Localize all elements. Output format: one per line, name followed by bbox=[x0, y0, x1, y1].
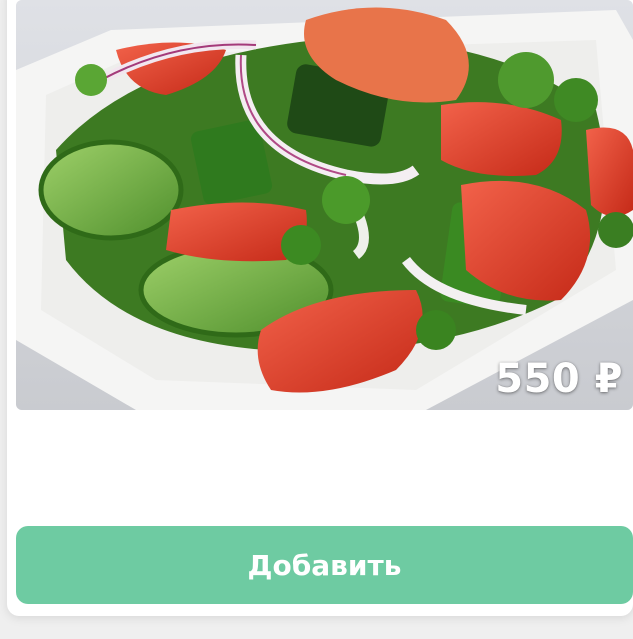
add-button[interactable]: Добавить bbox=[16, 526, 633, 604]
salad-image bbox=[16, 0, 633, 410]
product-photo: 550 ₽ bbox=[16, 0, 633, 410]
page: 550 ₽ Добавить bbox=[0, 0, 633, 639]
price-label: 550 ₽ bbox=[495, 356, 623, 402]
product-card[interactable]: 550 ₽ Добавить bbox=[7, 0, 633, 616]
